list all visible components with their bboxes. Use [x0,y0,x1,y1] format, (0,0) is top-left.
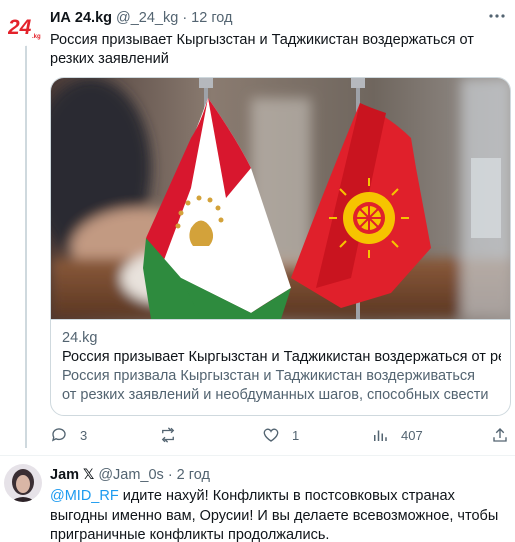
views-button[interactable]: 407 [371,426,423,444]
card-title: Россия призывает Кыргызстан и Таджикиста… [62,349,501,365]
mention-link[interactable]: @MID_RF [50,488,119,504]
author-name[interactable]: ИА 24.kg [50,10,112,26]
analytics-icon [374,430,387,441]
user-photo-icon [4,464,42,502]
separator: · [167,466,173,483]
link-card[interactable]: 24.kg Россия призывает Кыргызстан и Тадж… [50,77,511,416]
reply-icon [51,428,66,442]
retweet-icon [161,427,175,443]
x-badge-icon: 𝕏 [83,466,95,482]
reply-count: 3 [80,427,88,443]
author-handle[interactable]: @_24_kg [116,10,178,26]
tweet-header: ИА 24.kg @_24_kg · 12 год [50,10,233,26]
svg-text:24: 24 [8,16,32,39]
more-options-icon[interactable] [487,8,507,24]
reply-text: @MID_RF идите нахуй! Конфликты в постсов… [50,487,512,542]
reply-header: Jam 𝕏 @Jam_0s · 2 год [50,466,210,483]
card-domain: 24.kg [62,330,98,346]
tweet-divider [0,455,515,456]
heart-icon [263,428,279,442]
timestamp[interactable]: 12 год [191,10,232,26]
tweet-text: Россия призывает Кыргызстан и Таджикиста… [50,32,474,67]
separator: · [182,10,188,26]
card-description-line1: Россия призвала Кыргызстан и Таджикистан… [62,368,476,384]
share-icon [493,428,507,442]
tweet[interactable]: 24 .kg ИА 24.kg @_24_kg · 12 год Россия … [0,0,515,455]
like-count: 1 [292,427,300,443]
share-button[interactable] [491,426,509,444]
retweet-button[interactable] [159,426,189,444]
author-name[interactable]: Jam [50,467,79,483]
avatar[interactable] [4,464,42,502]
reply-button[interactable]: 3 [50,426,87,444]
like-button[interactable]: 1 [262,426,299,444]
tweet-actions: 3 1 407 [50,426,510,448]
author-handle[interactable]: @Jam_0s [98,467,164,483]
flags-image [51,78,510,319]
card-meta: 24.kg Россия призывает Кыргызстан и Тадж… [51,319,510,416]
card-description-line2: от резких заявлений и необдуманных шагов… [62,387,489,416]
timestamp[interactable]: 2 год [177,467,210,483]
avatar[interactable]: 24 .kg [6,8,44,46]
svg-text:.kg: .kg [32,34,41,40]
24kg-logo-icon: 24 .kg [8,16,41,40]
views-count: 407 [401,427,423,443]
